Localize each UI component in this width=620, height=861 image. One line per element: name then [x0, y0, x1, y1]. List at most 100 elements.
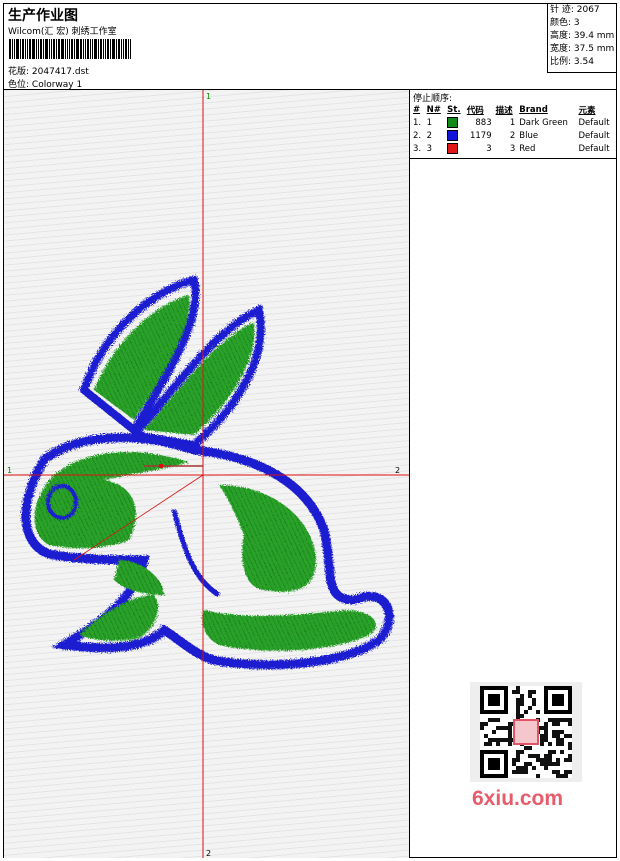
barcode-bar: [130, 39, 131, 59]
qr-module: [488, 718, 492, 722]
qr-module: [568, 734, 572, 738]
stop-marker: [159, 464, 163, 468]
qr-module: [568, 718, 572, 722]
qr-module: [548, 758, 552, 762]
colorway-label: 色位:: [8, 80, 30, 90]
qr-module: [520, 702, 524, 706]
qr-module: [556, 762, 560, 766]
qr-module: [496, 738, 500, 742]
barcode-bar: [67, 39, 68, 59]
needle-number: 3: [426, 143, 433, 154]
color-swatch: [445, 129, 465, 142]
qr-finder: [488, 758, 500, 770]
barcode-bar: [74, 39, 75, 59]
qr-module: [552, 770, 556, 774]
barcode: [9, 39, 141, 59]
color-code: 1: [509, 117, 516, 128]
barcode-bar: [29, 39, 31, 59]
qr-module: [544, 766, 548, 770]
color-description: Dark Green: [519, 117, 568, 128]
qr-module: [516, 766, 520, 770]
column-header: #: [413, 105, 421, 115]
file-name: 2047417.dst: [31, 67, 89, 77]
qr-module: [520, 770, 524, 774]
barcode-bar: [94, 39, 97, 59]
qr-module: [560, 742, 564, 746]
barcode-bar: [69, 39, 70, 59]
qr-module: [496, 742, 500, 746]
qr-module: [568, 746, 572, 750]
qr-module: [548, 742, 552, 746]
column-header: 代码: [466, 106, 484, 116]
qr-module: [556, 758, 560, 762]
qr-module: [492, 730, 496, 734]
qr-module: [520, 694, 524, 698]
company-name: Wilcom(汇 宏) 刺绣工作室: [8, 27, 117, 37]
axis-left-label: 1: [7, 466, 12, 475]
design-width: 宽度: 37.5 mm: [550, 44, 615, 54]
barcode-bar: [51, 39, 52, 59]
color-count: 颜色: 3: [550, 18, 580, 28]
colorway: 色位: Colorway 1: [8, 77, 82, 90]
barcode-bar: [38, 39, 39, 59]
stitch-count: 针 迹: 2067: [550, 5, 600, 15]
qr-module: [520, 750, 524, 754]
header: 生产作业图 Wilcom(汇 宏) 刺绣工作室 花版: 2047417.dst …: [4, 4, 617, 90]
qr-module: [552, 730, 556, 734]
qr-module: [532, 690, 536, 694]
row-index: 1.: [413, 117, 422, 128]
qr-module: [544, 738, 548, 742]
axis-right-label: 2: [395, 466, 400, 475]
qr-module: [532, 698, 536, 702]
column-header: Brand: [519, 105, 548, 115]
qr-module: [516, 758, 520, 762]
qr-module: [540, 742, 544, 746]
qr-module: [552, 734, 556, 738]
barcode-bar: [71, 39, 73, 59]
swatch-box: [447, 130, 459, 141]
barcode-bar: [32, 39, 35, 59]
qr-module: [536, 758, 540, 762]
color-swatch: [445, 142, 465, 155]
qr-module: [508, 742, 512, 746]
qr-module: [528, 762, 532, 766]
barcode-bar: [118, 39, 120, 59]
barcode-bar: [61, 39, 64, 59]
qr-module: [484, 722, 488, 726]
scale-ratio: 比例: 3.54: [550, 57, 594, 67]
qr-module: [524, 766, 528, 770]
qr-finder: [552, 694, 564, 706]
brand: Default: [578, 117, 610, 128]
column-header: N#: [426, 105, 441, 115]
qr-module: [560, 718, 564, 722]
barcode-bar: [110, 39, 111, 59]
qr-module: [524, 770, 528, 774]
embroidery-preview: 1 2 1 2: [4, 90, 409, 858]
qr-module: [540, 734, 544, 738]
qr-module: [532, 754, 536, 758]
qr-module: [520, 714, 524, 718]
qr-module: [564, 770, 568, 774]
barcode-bar: [27, 39, 28, 59]
qr-module: [568, 770, 572, 774]
barcode-bar: [92, 39, 93, 59]
qr-module: [528, 694, 532, 698]
stitch-count: 883: [475, 117, 492, 128]
qr-logo-icon: [513, 719, 539, 745]
stats-box: 针 迹: 2067 颜色: 3 高度: 39.4 mm 宽度: 37.5 mm …: [547, 4, 617, 73]
qr-code: [470, 682, 582, 782]
barcode-bar: [87, 39, 89, 59]
qr-module: [496, 718, 500, 722]
color-description: Red: [519, 143, 536, 154]
qr-image: [480, 686, 572, 778]
qr-module: [516, 770, 520, 774]
design-canvas: 1 2 1 2: [4, 90, 410, 858]
qr-module: [552, 762, 556, 766]
qr-module: [516, 698, 520, 702]
qr-pattern: [480, 686, 572, 778]
qr-module: [532, 702, 536, 706]
qr-module: [512, 770, 516, 774]
qr-module: [520, 698, 524, 702]
barcode-bar: [105, 39, 106, 59]
qr-module: [528, 690, 532, 694]
